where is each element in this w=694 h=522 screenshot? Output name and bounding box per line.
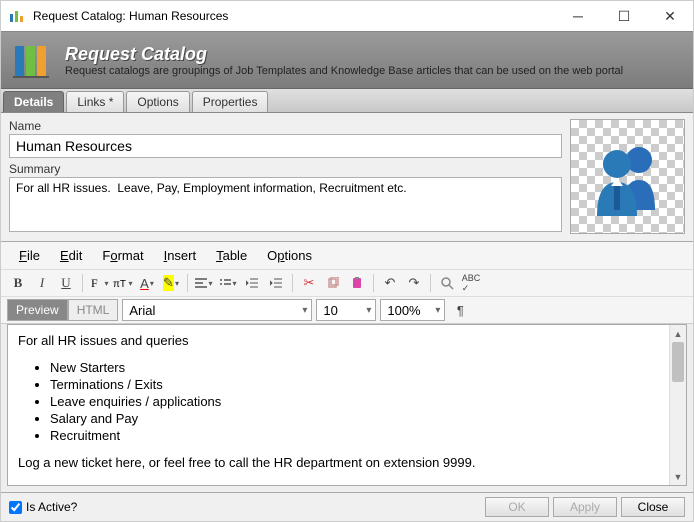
content-outro: Log a new ticket here, or feel free to c… — [18, 455, 659, 470]
preview-toggle[interactable]: Preview — [7, 299, 68, 321]
paste-button[interactable] — [346, 272, 368, 294]
font-size-select[interactable]: 10 — [316, 299, 376, 321]
menu-options[interactable]: Options — [259, 246, 320, 265]
ok-button[interactable]: OK — [485, 497, 549, 517]
scroll-down[interactable]: ▼ — [670, 468, 686, 485]
list-button[interactable]: ▾ — [217, 272, 239, 294]
is-active-label: Is Active? — [26, 500, 77, 514]
copy-button[interactable] — [322, 272, 344, 294]
header-description: Request catalogs are groupings of Job Te… — [65, 65, 685, 77]
is-active-checkbox[interactable] — [9, 501, 22, 514]
tab-links[interactable]: Links * — [66, 91, 124, 112]
align-button[interactable]: ▾ — [193, 272, 215, 294]
menu-insert[interactable]: Insert — [156, 246, 205, 265]
underline-button[interactable]: U — [55, 272, 77, 294]
indent-button[interactable] — [265, 272, 287, 294]
italic-button[interactable]: I — [31, 272, 53, 294]
tab-details[interactable]: Details — [3, 91, 64, 112]
fontcolor-button[interactable]: A▾ — [136, 272, 158, 294]
undo-button[interactable]: ↶ — [379, 272, 401, 294]
scroll-up[interactable]: ▲ — [670, 325, 686, 342]
name-input[interactable] — [9, 134, 562, 158]
app-icon — [9, 8, 25, 24]
redo-button[interactable]: ↷ — [403, 272, 425, 294]
content-item: Salary and Pay — [50, 411, 659, 426]
content-item: Terminations / Exits — [50, 377, 659, 392]
find-button[interactable] — [436, 272, 458, 294]
editor-content[interactable]: For all HR issues and queries New Starte… — [8, 325, 669, 485]
zoom-select[interactable]: 100% — [380, 299, 445, 321]
pilcrow-button[interactable]: ¶ — [449, 299, 471, 321]
content-intro: For all HR issues and queries — [18, 333, 659, 348]
fontsize-dropdown[interactable]: πT▾ — [112, 272, 134, 294]
svg-text:F: F — [91, 276, 98, 290]
catalog-icon — [9, 36, 57, 84]
content-item: New Starters — [50, 360, 659, 375]
minimize-button[interactable]: ─ — [555, 1, 601, 31]
font-dropdown[interactable]: F▾ — [88, 272, 110, 294]
scroll-thumb[interactable] — [672, 342, 684, 382]
menu-edit[interactable]: Edit — [52, 246, 90, 265]
menu-file[interactable]: File — [11, 246, 48, 265]
cut-button[interactable]: ✂ — [298, 272, 320, 294]
content-item: Leave enquiries / applications — [50, 394, 659, 409]
name-label: Name — [9, 119, 562, 133]
highlight-button[interactable]: ✎▾ — [160, 272, 182, 294]
svg-text:πT: πT — [113, 279, 126, 290]
menu-table[interactable]: Table — [208, 246, 255, 265]
content-item: Recruitment — [50, 428, 659, 443]
tab-properties[interactable]: Properties — [192, 91, 269, 112]
outdent-button[interactable] — [241, 272, 263, 294]
summary-label: Summary — [9, 162, 562, 176]
scrollbar[interactable]: ▲ ▼ — [669, 325, 686, 485]
maximize-button[interactable]: ☐ — [601, 1, 647, 31]
close-button[interactable]: Close — [621, 497, 685, 517]
catalog-image[interactable] — [570, 119, 685, 234]
header-title: Request Catalog — [65, 44, 685, 65]
menu-format[interactable]: Format — [94, 246, 151, 265]
summary-input[interactable] — [9, 177, 562, 232]
spellcheck-button[interactable]: ABC✓ — [460, 272, 482, 294]
apply-button[interactable]: Apply — [553, 497, 617, 517]
window-title: Request Catalog: Human Resources — [33, 9, 555, 23]
bold-button[interactable]: B — [7, 272, 29, 294]
close-window-button[interactable]: ✕ — [647, 1, 693, 31]
html-toggle[interactable]: HTML — [68, 299, 119, 321]
tab-options[interactable]: Options — [126, 91, 189, 112]
font-family-select[interactable]: Arial — [122, 299, 312, 321]
